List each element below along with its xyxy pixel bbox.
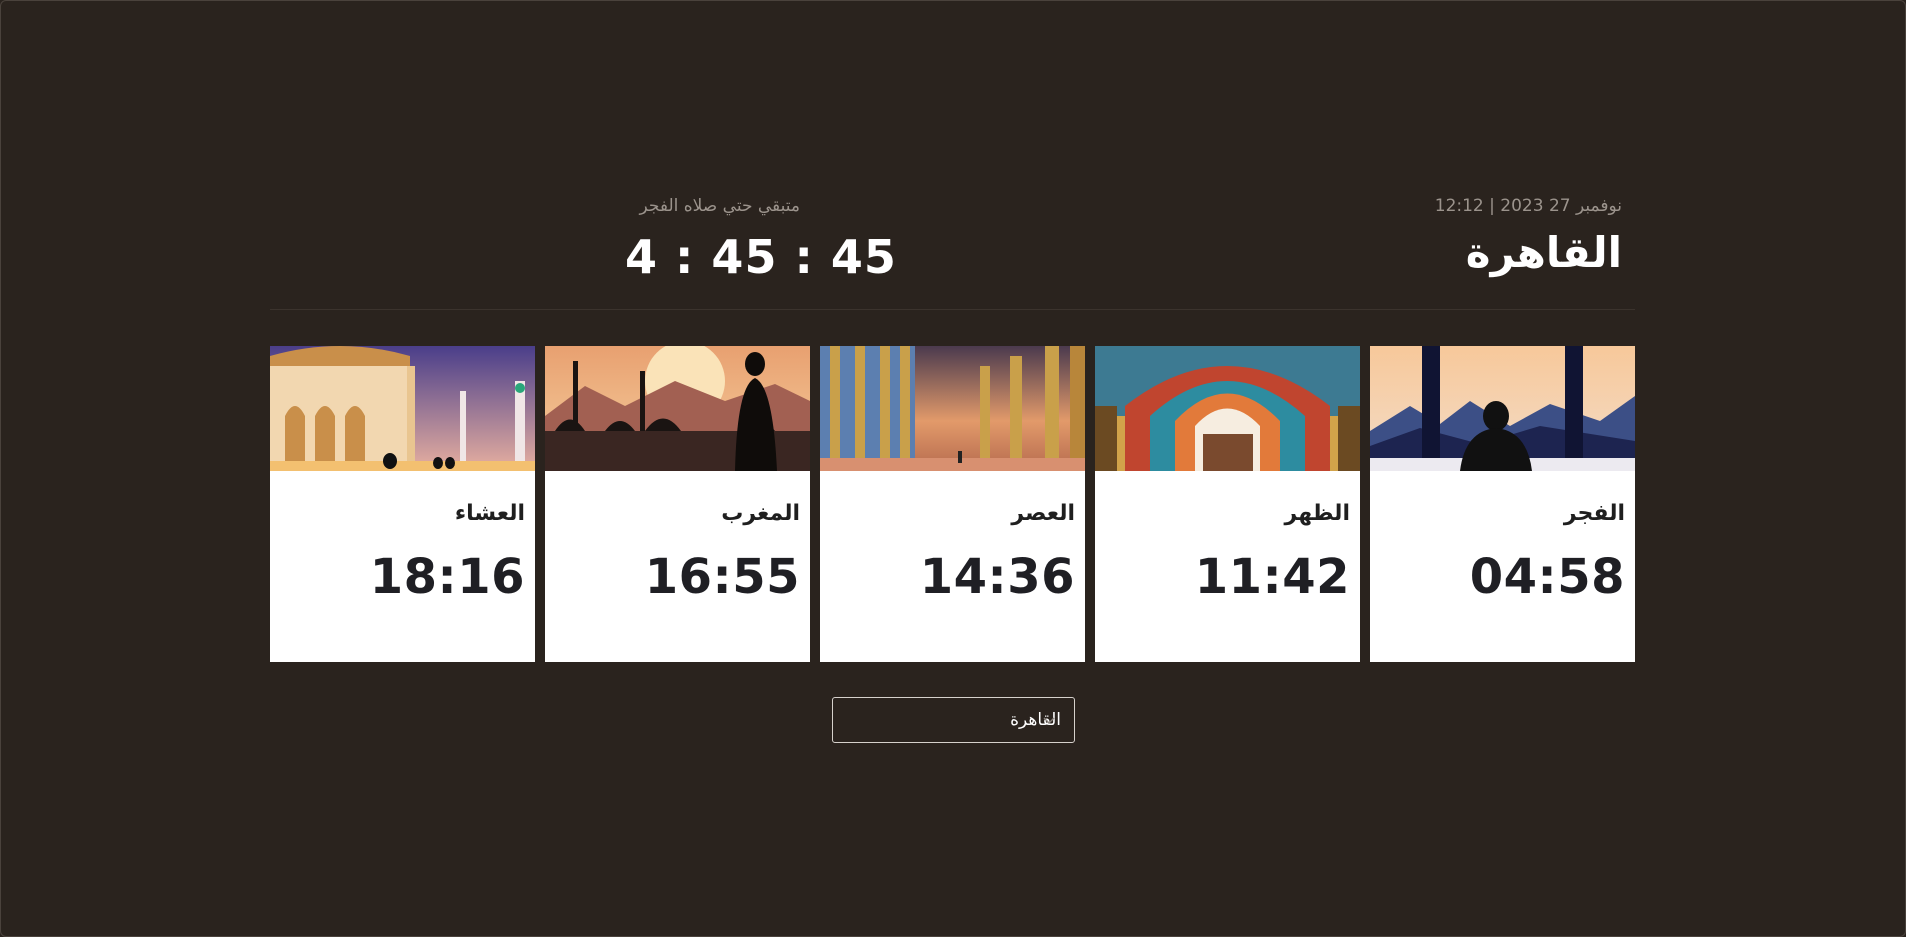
fajr-image <box>1370 346 1635 471</box>
prayer-time: 14:36 <box>919 549 1075 605</box>
prayer-name: العصر <box>1011 501 1075 526</box>
prayer-time: 11:42 <box>1194 549 1350 605</box>
prayer-time: 16:55 <box>644 549 800 605</box>
city-info: نوفمبر 27 2023 | 12:12 القاهرة <box>1435 196 1622 277</box>
prayer-name: الفجر <box>1563 501 1625 526</box>
prayer-card-asr: العصر 14:36 <box>820 346 1085 662</box>
header: نوفمبر 27 2023 | 12:12 القاهرة متبقي حتي… <box>270 190 1635 310</box>
countdown: متبقي حتي صلاه الفجر 4 : 45 : 45 <box>625 196 897 284</box>
prayer-card-isha: العشاء 18:16 <box>270 346 535 662</box>
city-select[interactable]: القاهرة <box>832 697 1075 743</box>
prayer-card-dhuhr: الظهر 11:42 <box>1095 346 1360 662</box>
prayer-name: الظهر <box>1284 501 1350 526</box>
prayer-time: 18:16 <box>369 549 525 605</box>
chevron-down-icon <box>1043 717 1055 724</box>
isha-image <box>270 346 535 471</box>
dhuhr-image <box>1095 346 1360 471</box>
countdown-label: متبقي حتي صلاه الفجر <box>639 196 801 216</box>
prayer-name: العشاء <box>454 501 525 526</box>
prayer-card-maghrib: المغرب 16:55 <box>545 346 810 662</box>
prayer-card-fajr: الفجر 04:58 <box>1370 346 1635 662</box>
maghrib-image <box>545 346 810 471</box>
prayer-time: 04:58 <box>1469 549 1625 605</box>
prayer-name: المغرب <box>721 501 800 526</box>
countdown-value: 4 : 45 : 45 <box>625 230 897 284</box>
date-time: نوفمبر 27 2023 | 12:12 <box>1434 196 1622 216</box>
prayer-cards: الفجر 04:58 الظهر 11:42 العصر 14:36 المغ… <box>270 346 1635 662</box>
asr-image <box>820 346 1085 471</box>
city-title: القاهرة <box>1465 228 1622 277</box>
